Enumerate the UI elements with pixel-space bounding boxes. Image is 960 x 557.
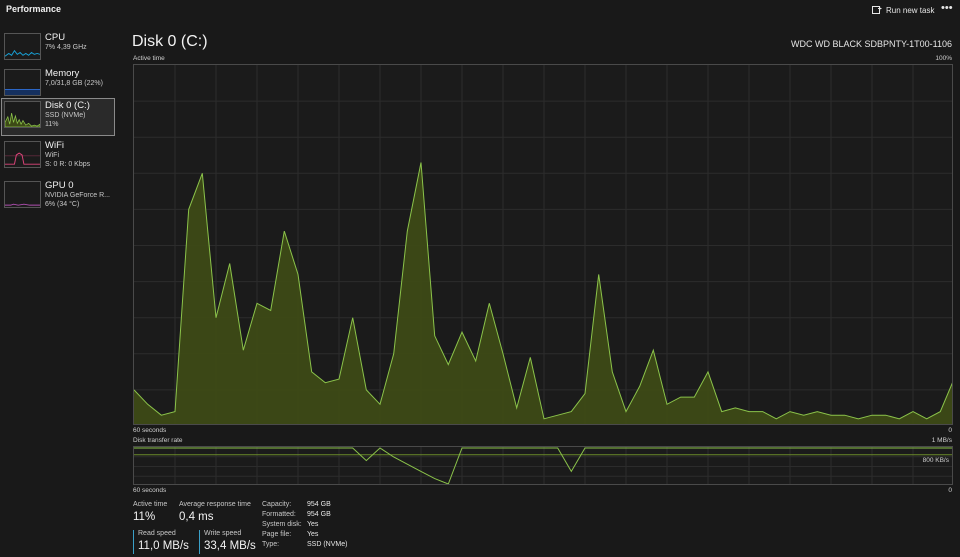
run-new-task-button[interactable]: Run new task xyxy=(872,3,934,17)
title-bar: Performance Run new task ••• xyxy=(0,0,960,22)
read-speed-label: Read speed xyxy=(138,530,176,537)
sidebar-item-usage: 6% (34 °C) xyxy=(45,201,80,208)
write-speed-value: 33,4 MB/s xyxy=(204,540,256,552)
disk-title: Disk 0 (C:) xyxy=(132,33,208,50)
cpu-thumbnail-graph xyxy=(4,33,41,60)
transfer-rate-graph-label: Disk transfer rate xyxy=(133,437,183,444)
property-value: 954 GB xyxy=(307,511,331,518)
active-time-graph xyxy=(133,64,953,425)
sidebar-item-detail: 7% 4,39 GHz xyxy=(45,44,87,51)
transfer-rate-max-label: 1 MB/s xyxy=(931,437,952,444)
property-key: System disk: xyxy=(262,521,302,528)
disk-thumbnail-graph xyxy=(4,101,41,128)
active-time-max-label: 100% xyxy=(935,55,952,62)
sidebar-item-cpu[interactable]: CPU 7% 4,39 GHz xyxy=(1,30,115,68)
property-key: Formatted: xyxy=(262,511,296,518)
property-value: Yes xyxy=(307,531,319,538)
write-speed-label: Write speed xyxy=(204,530,242,537)
run-new-task-label: Run new task xyxy=(886,5,935,15)
active-time-stat-value: 11% xyxy=(133,511,156,523)
transfer-reference-label: 800 KB/s xyxy=(922,457,949,464)
sidebar-item-wifi[interactable]: WiFi WiFi S: 0 R: 0 Kbps xyxy=(1,138,115,176)
property-value: SSD (NVMe) xyxy=(307,541,348,548)
property-key: Capacity: xyxy=(262,501,292,508)
gpu-thumbnail-graph xyxy=(4,181,41,208)
sidebar-item-label: WiFi xyxy=(45,140,64,151)
active-time-min-label: 0 xyxy=(948,427,952,434)
wifi-thumbnail-graph xyxy=(4,141,41,168)
sidebar-item-label: Memory xyxy=(45,68,80,79)
run-task-icon xyxy=(872,6,882,14)
response-time-stat-label: Average response time xyxy=(179,501,251,508)
page-title: Performance xyxy=(6,4,62,14)
read-speed-indicator xyxy=(133,530,134,554)
sidebar-item-detail: NVIDIA GeForce R... xyxy=(45,192,110,199)
property-key: Type: xyxy=(262,541,280,548)
read-speed-value: 11,0 MB/s xyxy=(138,540,189,552)
sidebar-item-label: GPU 0 xyxy=(45,180,74,191)
sidebar-item-usage: S: 0 R: 0 Kbps xyxy=(45,161,91,168)
sidebar-item-detail: WiFi xyxy=(45,152,59,159)
sidebar-item-usage: 11% xyxy=(45,121,59,128)
active-time-duration-label: 60 seconds xyxy=(133,427,167,434)
memory-thumbnail-graph xyxy=(4,69,41,96)
response-time-stat-value: 0,4 ms xyxy=(179,511,214,523)
transfer-rate-min-label: 0 xyxy=(948,487,952,494)
sidebar-item-disk[interactable]: Disk 0 (C:) SSD (NVMe) 11% xyxy=(1,98,115,136)
active-time-graph-svg xyxy=(134,65,952,424)
write-speed-indicator xyxy=(199,530,200,554)
active-time-stat-label: Active time xyxy=(133,501,168,508)
property-key: Page file: xyxy=(262,531,292,538)
transfer-rate-graph-svg xyxy=(134,447,952,484)
sidebar-item-label: Disk 0 (C:) xyxy=(45,100,90,111)
more-options-button[interactable]: ••• xyxy=(941,2,953,14)
active-time-graph-label: Active time xyxy=(133,55,165,62)
sidebar-item-detail: 7,0/31,8 GB (22%) xyxy=(45,80,103,87)
property-value: Yes xyxy=(307,521,319,528)
transfer-rate-graph: 800 KB/s xyxy=(133,446,953,485)
sidebar-item-detail: SSD (NVMe) xyxy=(45,112,86,119)
sidebar-item-label: CPU xyxy=(45,32,66,43)
property-value: 954 GB xyxy=(307,501,331,508)
transfer-rate-duration-label: 60 seconds xyxy=(133,487,167,494)
sidebar-item-gpu[interactable]: GPU 0 NVIDIA GeForce R... 6% (34 °C) xyxy=(1,178,115,216)
device-model: WDC WD BLACK SDBPNTY-1T00-1106 xyxy=(790,39,952,49)
